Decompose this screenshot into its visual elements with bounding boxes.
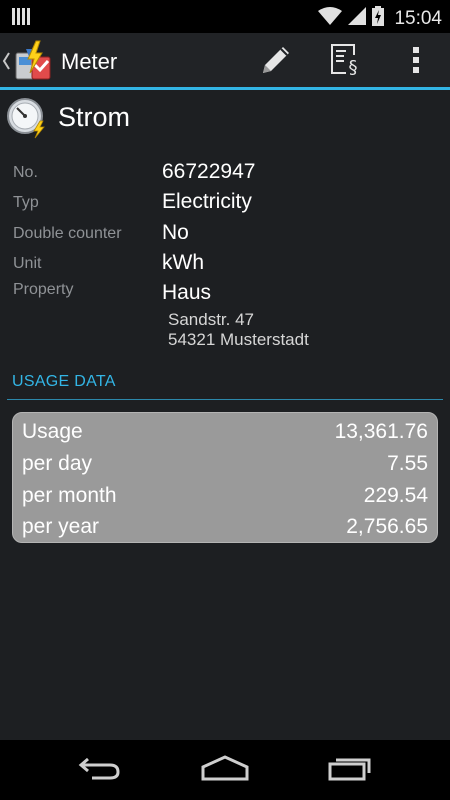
signal-icon bbox=[348, 7, 367, 30]
clock-time: 15:04 bbox=[394, 7, 442, 29]
home-button[interactable] bbox=[195, 750, 255, 790]
usage-value: 13,361.76 bbox=[334, 420, 428, 443]
value-number: 66722947 bbox=[162, 160, 256, 183]
home-icon bbox=[200, 754, 250, 786]
usage-label: per month bbox=[22, 484, 117, 507]
gauge-icon bbox=[6, 97, 48, 139]
pencil-icon bbox=[259, 43, 293, 82]
more-vertical-icon bbox=[412, 46, 420, 79]
label-property: Property bbox=[13, 281, 74, 298]
usage-section-title: USAGE DATA bbox=[12, 373, 116, 390]
app-title: Meter bbox=[61, 49, 118, 74]
label-number: No. bbox=[13, 164, 38, 181]
recent-apps-icon bbox=[327, 755, 373, 786]
battery-charging-icon bbox=[372, 6, 385, 31]
usage-label: Usage bbox=[22, 420, 83, 443]
edit-button[interactable] bbox=[256, 42, 296, 82]
action-bar: Meter § bbox=[0, 33, 450, 90]
address-street: Sandstr. 47 bbox=[168, 310, 255, 329]
usage-label: per day bbox=[22, 452, 93, 475]
document-paragraph-icon: § bbox=[330, 43, 362, 82]
back-arrow-icon bbox=[78, 755, 122, 786]
system-navigation-bar bbox=[0, 740, 450, 800]
overflow-menu-button[interactable] bbox=[396, 42, 436, 82]
action-bar-accent-line bbox=[0, 87, 450, 90]
wifi-icon bbox=[318, 7, 343, 30]
label-unit: Unit bbox=[13, 255, 42, 272]
usage-data-panel: Usage 13,361.76 per day 7.55 per month 2… bbox=[12, 412, 438, 543]
value-property: Haus bbox=[162, 281, 212, 304]
section-divider bbox=[7, 399, 443, 400]
svg-text:§: § bbox=[349, 57, 358, 77]
label-double-counter: Double counter bbox=[13, 225, 122, 242]
usage-row-total: Usage 13,361.76 bbox=[13, 416, 437, 448]
up-navigation-icon[interactable] bbox=[2, 50, 10, 72]
app-logo-icon[interactable] bbox=[10, 39, 54, 83]
usage-value: 2,756.65 bbox=[346, 515, 428, 538]
usage-value: 229.54 bbox=[363, 484, 428, 507]
back-button[interactable] bbox=[70, 750, 130, 790]
value-type: Electricity bbox=[162, 190, 252, 213]
usage-label: per year bbox=[22, 515, 100, 538]
usage-value: 7.55 bbox=[387, 452, 428, 475]
value-unit: kWh bbox=[162, 251, 204, 274]
invoice-button[interactable]: § bbox=[326, 42, 366, 82]
meter-name: Strom bbox=[58, 102, 131, 132]
address-city: 54321 Musterstadt bbox=[168, 330, 309, 349]
status-bar: 15:04 bbox=[0, 0, 450, 33]
sim-card-icon bbox=[12, 8, 30, 30]
label-type: Typ bbox=[13, 194, 39, 211]
recent-apps-button[interactable] bbox=[320, 750, 380, 790]
usage-row-per-day: per day 7.55 bbox=[13, 448, 437, 480]
usage-row-per-month: per month 229.54 bbox=[13, 480, 437, 512]
usage-row-per-year: per year 2,756.65 bbox=[13, 511, 437, 543]
value-double-counter: No bbox=[162, 221, 189, 244]
